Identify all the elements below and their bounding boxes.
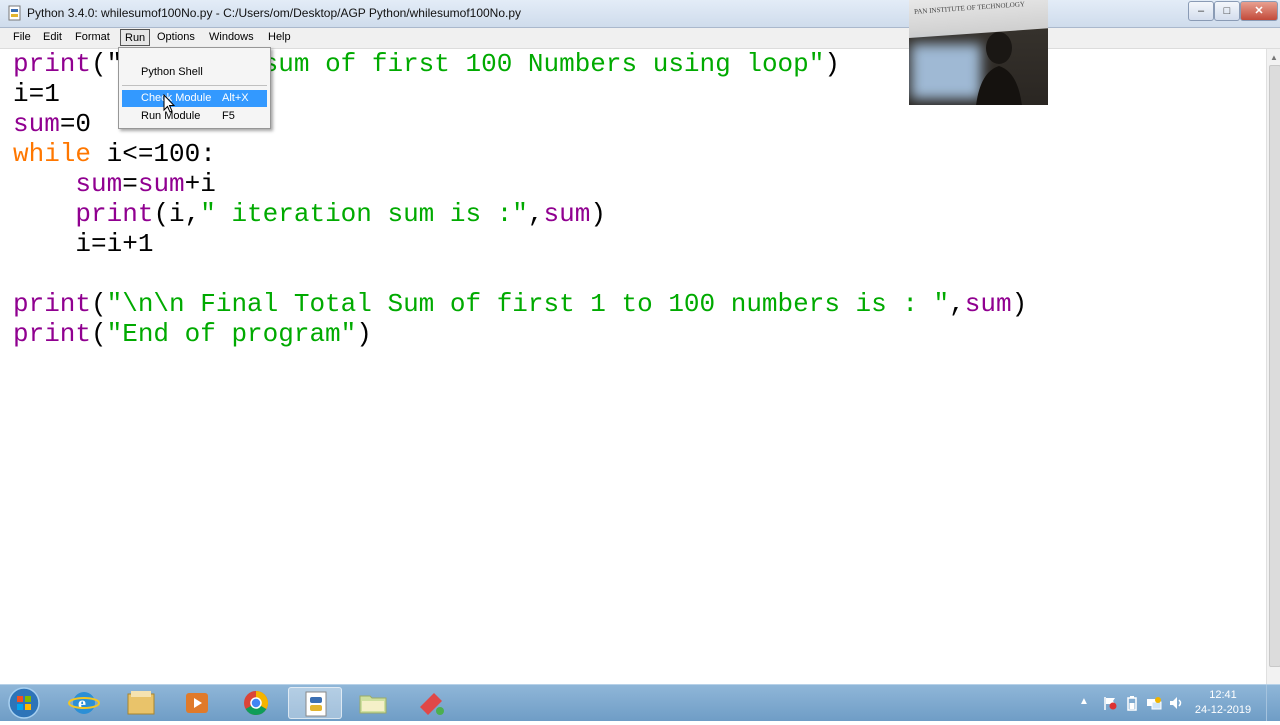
menu-item-label: Python Shell [141, 66, 203, 78]
code-token: while [13, 139, 92, 169]
show-desktop-button[interactable] [1266, 685, 1280, 721]
menu-run[interactable]: Run [120, 29, 151, 46]
code-token: print [13, 319, 92, 349]
code-token: sum [964, 289, 1012, 319]
scrollbar-thumb[interactable] [1269, 65, 1280, 667]
code-token: print [75, 199, 154, 229]
menu-options[interactable]: Options [153, 29, 199, 46]
code-line[interactable]: print("\n\n Final Total Sum of first 1 t… [13, 289, 1027, 319]
title-bar[interactable]: Python 3.4.0: whilesumof100No.py - C:/Us… [0, 0, 1280, 28]
code-line[interactable]: sum=sum+i [13, 169, 216, 199]
presenter-silhouette [976, 32, 1022, 105]
action-center-flag-icon[interactable] [1102, 695, 1118, 711]
svg-text:e: e [78, 693, 86, 713]
run-menu-dropdown: Python Shell Check Module Alt+X Run Modu… [118, 47, 271, 129]
code-token: (i, [153, 199, 201, 229]
menu-item-label: Check Module [141, 92, 212, 104]
menu-item-check-module[interactable]: Check Module Alt+X [122, 90, 267, 107]
code-token: ) [356, 319, 372, 349]
menu-item-python-shell[interactable]: Python Shell [122, 64, 267, 81]
code-line[interactable]: print("End of program") [13, 319, 372, 349]
mouse-pointer-icon [163, 94, 175, 113]
maximize-button[interactable]: □ [1214, 1, 1240, 21]
code-token: ) [1011, 289, 1028, 319]
code-editor[interactable]: print(" sum of first 100 Numbers using l… [0, 49, 1266, 684]
code-line[interactable]: i=1 [13, 79, 60, 109]
minimize-button[interactable]: – [1188, 1, 1214, 21]
paint-icon[interactable] [404, 687, 458, 719]
code-line[interactable]: while i<=100: [13, 139, 216, 169]
file-explorer-icon[interactable] [114, 687, 168, 719]
webcam-overlay: PAN INSTITUTE OF TECHNOLOGY [909, 0, 1048, 105]
code-token: ( [91, 289, 107, 319]
window-title: Python 3.4.0: whilesumof100No.py - C:/Us… [27, 6, 522, 20]
menu-format[interactable]: Format [71, 29, 114, 46]
code-token: sum [543, 199, 591, 229]
media-player-icon[interactable] [170, 687, 224, 719]
code-token: i<=100: [91, 139, 216, 169]
code-token: sum [137, 169, 185, 199]
chrome-icon[interactable] [229, 687, 283, 719]
code-line[interactable]: sum=0 [13, 109, 91, 139]
code-token: "End of program" [106, 319, 357, 349]
python-file-icon [8, 5, 21, 21]
menu-help[interactable]: Help [264, 29, 295, 46]
taskbar: e ▲ 12:41 24-12-2019 [0, 684, 1280, 721]
volume-icon[interactable] [1168, 695, 1184, 711]
menu-item-run-module[interactable]: Run Module F5 [122, 108, 267, 125]
scroll-up-icon[interactable]: ▲ [1270, 53, 1278, 62]
code-token: " iteration sum is :" [200, 199, 528, 229]
start-orb-icon[interactable] [5, 686, 43, 720]
clock-time[interactable]: 12:41 [1190, 689, 1256, 701]
show-hidden-icons-chevron-icon[interactable]: ▲ [1079, 696, 1095, 712]
code-token: =0 [59, 109, 92, 139]
code-token: +i [184, 169, 216, 199]
code-token: print [13, 49, 92, 79]
code-token: sum [75, 169, 123, 199]
menu-item-accelerator: Alt+X [222, 92, 249, 104]
code-token: sum [13, 109, 60, 139]
close-button[interactable]: ✕ [1240, 1, 1278, 21]
code-token: print [13, 289, 92, 319]
battery-icon[interactable] [1124, 695, 1140, 711]
code-token: , [527, 199, 544, 229]
code-token: i=i+1 [13, 229, 154, 259]
menu-item-accelerator: F5 [222, 110, 235, 122]
clock-date[interactable]: 24-12-2019 [1190, 704, 1256, 716]
code-token: ) [824, 49, 840, 79]
vertical-scrollbar[interactable]: ▲ [1266, 49, 1280, 684]
code-token: i=1 [13, 79, 60, 109]
code-line[interactable]: print(i," iteration sum is :",sum) [13, 199, 606, 229]
code-token: ) [590, 199, 606, 229]
code-token: ( [91, 319, 107, 349]
code-token: , [949, 289, 965, 319]
menu-windows[interactable]: Windows [205, 29, 258, 46]
code-token: = [122, 169, 138, 199]
menu-bar: File Edit Format Run Options Windows Hel… [0, 28, 1280, 49]
network-icon[interactable] [1146, 695, 1162, 711]
python-idle-icon[interactable] [288, 687, 342, 719]
code-line[interactable]: i=i+1 [13, 229, 153, 259]
code-token: "\n\n Final Total Sum of first 1 to 100 … [106, 289, 950, 319]
menu-edit[interactable]: Edit [39, 29, 66, 46]
menu-file[interactable]: File [9, 29, 35, 46]
internet-explorer-icon[interactable]: e [57, 687, 111, 719]
menu-separator [122, 85, 267, 86]
folder-icon[interactable] [346, 687, 400, 719]
